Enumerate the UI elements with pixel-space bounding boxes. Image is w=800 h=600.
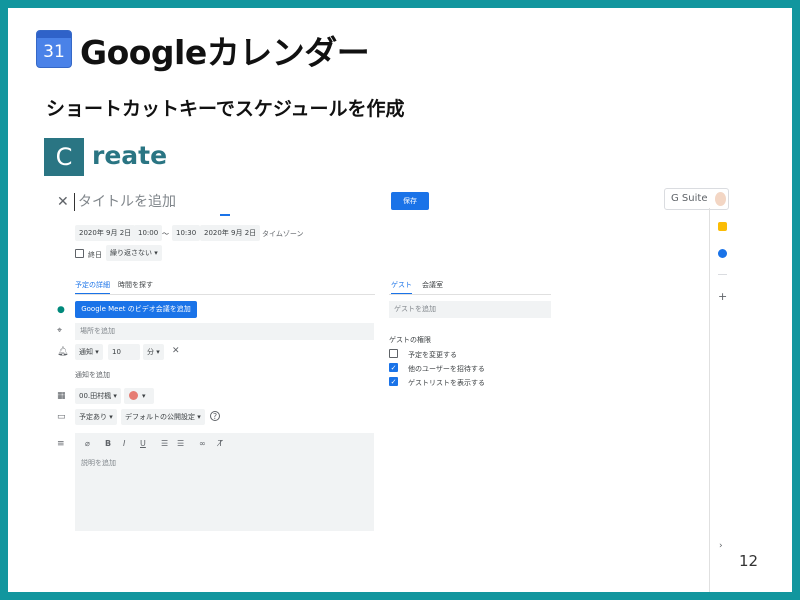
side-panel-divider <box>709 208 710 592</box>
slide-title: Googleカレンダー <box>80 33 370 72</box>
notification-type-select[interactable]: 通知 ▾ <box>75 344 103 360</box>
create-letter-box: C <box>44 138 84 176</box>
event-title-input[interactable]: タイトルを追加 <box>74 193 374 211</box>
busy-status: 予定あり <box>79 413 107 421</box>
calendar-small-icon: ▦ <box>57 391 66 401</box>
rail-separator <box>718 274 727 275</box>
notification-unit: 分 <box>147 348 154 356</box>
all-day-label: 終日 <box>88 251 102 259</box>
end-date-chip[interactable]: 2020年 9月 2日 <box>200 225 261 241</box>
visibility: デフォルトの公開設定 <box>125 413 195 421</box>
notification-unit-select[interactable]: 分 ▾ <box>143 344 164 360</box>
chevron-down-icon: ▾ <box>142 392 146 400</box>
all-day-checkbox[interactable] <box>75 249 84 258</box>
numbered-list-icon[interactable]: ☰ <box>161 439 168 448</box>
description-icon: ≡ <box>57 439 65 449</box>
add-guest-input[interactable]: ゲストを追加 <box>389 301 551 318</box>
avatar[interactable] <box>715 192 726 206</box>
page-number: 12 <box>739 552 759 570</box>
create-word: reate <box>92 141 168 170</box>
remove-notification-icon[interactable]: ✕ <box>172 346 180 356</box>
save-button[interactable]: 保存 <box>391 192 429 210</box>
tab-event-details[interactable]: 予定の詳細 <box>75 280 110 295</box>
visibility-select[interactable]: デフォルトの公開設定 ▾ <box>121 409 205 425</box>
repeat-select[interactable]: 繰り返さない ▾ <box>106 245 162 261</box>
event-color-dot <box>129 391 138 400</box>
timezone-link[interactable]: タイムゾーン <box>262 229 304 239</box>
end-time-chip[interactable]: 10:30 <box>172 225 201 241</box>
start-time-chip[interactable]: 10:00 <box>134 225 163 241</box>
repeat-value: 繰り返さない <box>110 249 152 257</box>
add-meet-button[interactable]: Google Meet のビデオ会議を追加 <box>75 301 197 318</box>
add-notification-link[interactable]: 通知を追加 <box>75 370 110 380</box>
close-icon[interactable]: ✕ <box>57 194 69 210</box>
location-pin-icon: ⌖ <box>57 326 63 336</box>
time-separator: 〜 <box>162 230 169 238</box>
busy-status-select[interactable]: 予定あり ▾ <box>75 409 117 425</box>
attachment-icon[interactable]: ⌀ <box>85 439 90 448</box>
permission-invite-checkbox[interactable]: ✓ <box>389 363 398 372</box>
event-color-select[interactable]: ▾ <box>124 388 154 404</box>
chevron-right-icon[interactable]: › <box>719 541 723 551</box>
help-icon[interactable]: ? <box>210 411 220 421</box>
permission-see-list-checkbox[interactable]: ✓ <box>389 377 398 386</box>
add-addon-icon[interactable]: + <box>718 290 727 303</box>
calendar-owner: 00.田村楓 <box>79 392 112 400</box>
calendar-icon-number: 31 <box>43 42 65 62</box>
tasks-icon[interactable] <box>718 249 727 258</box>
slide: 31 Googleカレンダー ショートカットキーでスケジュールを作成 C rea… <box>8 8 792 592</box>
tab-find-time[interactable]: 時間を探す <box>118 280 153 290</box>
title-focus-underline <box>220 214 230 216</box>
calendar-owner-select[interactable]: 00.田村楓 ▾ <box>75 388 121 404</box>
slide-subtitle: ショートカットキーでスケジュールを作成 <box>46 98 405 120</box>
notification-type: 通知 <box>79 348 93 356</box>
tab-rooms[interactable]: 会議室 <box>422 280 443 290</box>
guest-tabs-divider <box>389 294 551 295</box>
bell-icon: 🔔︎ <box>57 347 69 357</box>
permission-modify-label: 予定を変更する <box>408 351 457 359</box>
link-icon[interactable]: ∞ <box>199 439 206 448</box>
keep-icon[interactable] <box>718 222 727 231</box>
permission-modify-checkbox[interactable] <box>389 349 398 358</box>
tab-guests[interactable]: ゲスト <box>391 280 412 295</box>
gsuite-badge[interactable]: G Suite <box>664 188 729 210</box>
briefcase-icon: ▭ <box>57 412 66 422</box>
permission-see-list-label: ゲストリストを表示する <box>408 379 485 387</box>
google-meet-icon: ● <box>57 305 65 315</box>
clear-format-icon[interactable]: T̸ <box>218 439 223 448</box>
description-editor[interactable]: ⌀ B I U ☰ ☰ ∞ T̸ 説明を追加 <box>75 433 374 531</box>
gsuite-label: G Suite <box>671 193 708 204</box>
italic-icon[interactable]: I <box>123 439 125 448</box>
notification-value-input[interactable]: 10 <box>108 344 140 360</box>
google-calendar-icon: 31 <box>36 30 72 68</box>
calendar-icon-top <box>37 31 71 38</box>
start-date-chip[interactable]: 2020年 9月 2日 <box>75 225 136 241</box>
guest-permissions-title: ゲストの権限 <box>389 336 431 344</box>
permission-invite-label: 他のユーザーを招待する <box>408 365 485 373</box>
bold-icon[interactable]: B <box>105 439 111 448</box>
tabs-divider <box>75 294 375 295</box>
description-placeholder: 説明を追加 <box>81 459 116 467</box>
bulleted-list-icon[interactable]: ☰ <box>177 439 184 448</box>
location-input[interactable]: 場所を追加 <box>75 323 374 340</box>
underline-icon[interactable]: U <box>140 439 146 448</box>
